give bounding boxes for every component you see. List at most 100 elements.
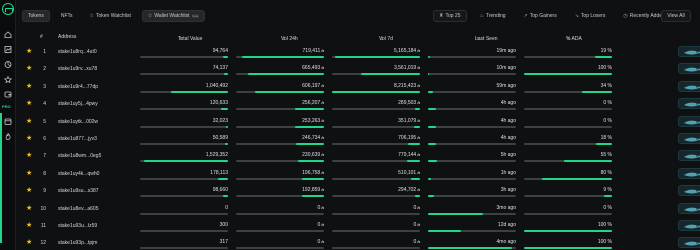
pro-badge[interactable]: PRO — [2, 104, 11, 109]
watchlist-star-icon[interactable]: ★ — [26, 65, 32, 72]
wallet-avatar-icon[interactable] — [678, 185, 700, 197]
table-row[interactable]: ★ 6 stake1u877...jyv3 50,589 246,734 ₳ 706,19… — [16, 130, 700, 148]
wallet-avatar-icon[interactable] — [678, 202, 700, 214]
filter-trending[interactable]: ♨ Trending — [475, 10, 511, 22]
watchlist-star-icon[interactable]: ★ — [26, 187, 32, 194]
col-address[interactable]: Address — [58, 34, 76, 40]
table-row[interactable]: ★ 11 stake1u93u...lz59 300 0 ₳ 0 ₳ 12d ago 100 … — [16, 217, 700, 235]
value-bar-fill — [361, 73, 420, 76]
wallet-avatar-icon[interactable] — [678, 237, 700, 249]
wallet-address-link[interactable]: stake1u9r4...77dp — [58, 84, 98, 90]
watchlist-star-icon[interactable]: ★ — [26, 152, 32, 159]
ada-icon: ₳ — [320, 117, 324, 123]
wallet-avatar-icon[interactable] — [678, 98, 700, 110]
tab-token-watchlist[interactable]: ☆ Token Watchlist — [84, 10, 137, 22]
value-bar-fill — [406, 160, 420, 163]
cell-last-seen: 10m ago — [428, 64, 516, 76]
table-row[interactable]: ★ 4 stake1uy5j...4pwy 120,633 256,207 ₳ 289,5… — [16, 95, 700, 113]
calendar-icon[interactable] — [4, 118, 12, 125]
table-row[interactable]: ★ 5 stake1uytk...002w 32,023 253,263 ₳ 351,07… — [16, 113, 700, 131]
watchlist-star-icon[interactable]: ★ — [26, 205, 32, 212]
portfolio-icon[interactable] — [4, 61, 12, 68]
cell-vol7d: 289,503 ₳ — [332, 99, 420, 111]
tab-tokens-label: Tokens — [28, 13, 44, 19]
wallet-address-link[interactable]: stake1uytk...002w — [58, 119, 98, 125]
value-bar — [332, 195, 420, 198]
cell-vol24h: 196,758 ₳ — [236, 169, 324, 181]
watchlist-star-icon[interactable]: ★ — [26, 118, 32, 125]
wallet-address-link[interactable]: stake1u93p...tpjm — [58, 240, 97, 246]
cell-value: 1,529,352 — [205, 152, 228, 159]
table-row[interactable]: ★ 12 stake1u93p...tpjm 317 0 ₳ 0 ₳ 4mo ago 100 … — [16, 234, 700, 250]
table-row[interactable]: ★ 9 stake1u9su...s387 98,660 192,859 ₳ 294,70… — [16, 182, 700, 200]
cell-pct-ada: 34 % — [524, 82, 612, 94]
wallet-avatar-icon[interactable] — [678, 46, 700, 57]
cell-value: 120,633 — [209, 100, 228, 107]
value-bar-fill — [295, 143, 324, 145]
value-bar — [524, 230, 612, 232]
col-num[interactable]: # — [40, 34, 43, 40]
row-number: 7 — [43, 153, 46, 160]
tab-tokens[interactable]: Tokens — [22, 10, 50, 22]
value-bar-fill — [428, 90, 434, 93]
wallet-avatar-icon[interactable] — [678, 167, 700, 179]
wallet-address-link[interactable]: stake1uy5j...4pwy — [58, 101, 98, 107]
cell-value: 100 % — [597, 239, 612, 246]
watchlist-star-icon[interactable]: ★ — [26, 83, 32, 90]
chart-icon[interactable] — [4, 46, 12, 53]
app-logo[interactable] — [2, 3, 14, 15]
home-icon[interactable] — [4, 31, 12, 38]
value-bar — [428, 160, 516, 163]
star-outline-icon: ☆ — [89, 13, 94, 19]
wallet-avatar-icon[interactable] — [678, 115, 700, 127]
value-bar — [428, 73, 516, 76]
watchlist-star-icon[interactable]: ★ — [26, 48, 32, 55]
wallet-address-link[interactable]: stake1u8rq...4ut0 — [58, 49, 97, 55]
cell-pct-ada: 0 % — [524, 99, 612, 111]
table-row[interactable]: ★ 8 stake1uy4k...qwh0 178,113 196,758 ₳ 510,1… — [16, 165, 700, 183]
value-bar — [236, 73, 324, 76]
wallet-avatar-icon[interactable] — [678, 220, 700, 231]
wallet-avatar-icon[interactable] — [678, 150, 700, 162]
filter-top-losers[interactable]: ↘ Top Losers — [570, 10, 611, 22]
wallet-address-link[interactable]: stake1u8ev...a605 — [58, 206, 99, 212]
cell-value: 80 % — [600, 169, 612, 176]
wallet-address-link[interactable]: stake1u877...jyv3 — [58, 136, 97, 142]
wallet-address-link[interactable]: stake1uy4k...qwh0 — [58, 171, 99, 177]
wallet-avatar-icon[interactable] — [678, 133, 700, 144]
tab-nfts[interactable]: NFTs — [55, 10, 79, 22]
view-all-button[interactable]: View All — [661, 10, 691, 22]
wallet-avatar-icon[interactable] — [678, 63, 700, 75]
filter-top25[interactable]: ♜ Top 25 — [433, 10, 467, 22]
wallet-address-link[interactable]: stake1u9su...s387 — [58, 188, 99, 194]
wallet-address-link[interactable]: stake1u9rv...xu78 — [58, 66, 97, 72]
watchlist-star-icon[interactable]: ★ — [26, 170, 32, 177]
cell-pct-ada: 80 % — [524, 169, 612, 181]
filter-trending-label: Trending — [485, 13, 506, 19]
value-bar — [140, 108, 228, 111]
table-row[interactable]: ★ 1 stake1u8rq...4ut0 94,764 719,411 ₳ 5,165,… — [16, 43, 700, 61]
active-indicator — [0, 113, 2, 243]
watchlist-star-icon[interactable]: ★ — [26, 222, 32, 229]
table-row[interactable]: ★ 10 stake1u8ev...a605 0 0 ₳ 0 ₳ 3mo ago 0 % — [16, 200, 700, 218]
table-row[interactable]: ★ 2 stake1u9rv...xu78 74,137 665,493 ₳ 3,561,… — [16, 60, 700, 78]
watchlist-star-icon[interactable]: ★ — [26, 239, 32, 246]
flame-icon[interactable] — [4, 133, 12, 140]
wallet-address-link[interactable]: stake1u93u...lz59 — [58, 223, 97, 229]
star-icon[interactable] — [4, 76, 12, 83]
value-bar — [236, 56, 324, 58]
watchlist-star-icon[interactable]: ★ — [26, 135, 32, 142]
wallet-avatar-icon[interactable] — [678, 80, 700, 92]
watchlist-star-icon[interactable]: ★ — [26, 100, 32, 107]
cell-value: 19m ago — [496, 48, 516, 54]
table-row[interactable]: ★ 7 stake1u8wm...0eg5 1,529,352 230,639 ₳ 779… — [16, 147, 700, 165]
value-bar — [140, 160, 228, 163]
wallet-address-link[interactable]: stake1u8wm...0eg5 — [58, 153, 101, 159]
filter-top-gainers[interactable]: ↗ Top Gainers — [519, 10, 562, 22]
value-bar-fill — [541, 177, 612, 180]
value-bar-fill — [334, 56, 420, 58]
tab-wallet-watchlist[interactable]: ☆ Wallet Watchlist beta — [141, 10, 206, 22]
wallet-icon[interactable] — [4, 91, 12, 98]
cell-total-value: 74,137 — [140, 64, 228, 76]
table-row[interactable]: ★ 3 stake1u9r4...77dp 1,040,492 606,197 ₳ 8,2… — [16, 78, 700, 96]
